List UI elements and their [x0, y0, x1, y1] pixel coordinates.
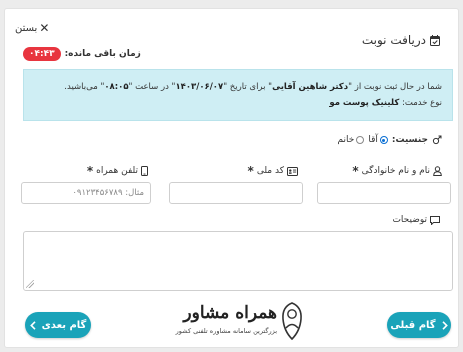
id-card-icon: [287, 166, 298, 176]
doctor-name: دکتر شاهین آقایی: [272, 82, 349, 92]
service-name: کلینیک پوست مو: [329, 98, 400, 108]
national-id-input[interactable]: [169, 182, 303, 204]
name-input[interactable]: [317, 182, 451, 204]
page-title-text: دریافت نوبت: [361, 33, 426, 47]
close-icon: ✕: [39, 21, 50, 35]
info-text: " در ساعت ": [128, 82, 176, 92]
appointment-time: ۰۸:۰۵: [104, 82, 129, 92]
appointment-info-box: شما در حال ثبت نوبت از "دکتر شاهین آقایی…: [23, 69, 453, 121]
resize-grip-icon[interactable]: [26, 280, 34, 288]
gender-icon: [432, 135, 442, 145]
close-button[interactable]: ✕ بستن: [15, 21, 49, 35]
name-label-text: نام و نام خانوادگی: [361, 166, 430, 176]
radio-female[interactable]: [356, 136, 365, 144]
brand-logo: همراه مشاور بزرگترین سامانه مشاوره تلفنی…: [170, 299, 305, 345]
previous-step-label: گام قبلی: [390, 319, 436, 331]
advisor-logo-icon: [279, 301, 305, 341]
description-field-label: توضیحات: [392, 215, 440, 225]
info-text: شما در حال ثبت نوبت از ": [348, 82, 442, 92]
info-text: " می‌باشید.: [64, 82, 105, 92]
gender-option-male[interactable]: آقا: [368, 135, 388, 145]
gender-option-female[interactable]: خانم: [338, 135, 365, 145]
timer-label: زمان باقی مانده:: [64, 49, 141, 59]
mobile-phone-icon: [141, 166, 148, 176]
required-asterisk: *: [352, 164, 359, 178]
description-label-text: توضیحات: [392, 215, 427, 225]
name-field-label: نام و نام خانوادگی *: [352, 164, 442, 178]
phone-label-text: تلفن همراه: [96, 166, 138, 176]
phone-input[interactable]: مثال: ۰۹۱۲۳۴۵۶۷۸۹: [21, 182, 151, 204]
timer-badge: ۰۴:۴۳: [23, 47, 61, 61]
timer: زمان باقی مانده: ۰۴:۴۳: [23, 47, 141, 61]
chevron-right-icon: [442, 320, 448, 330]
info-line-1: شما در حال ثبت نوبت از "دکتر شاهین آقایی…: [34, 79, 442, 95]
comment-icon: [430, 215, 440, 225]
gender-option-label: خانم: [337, 135, 355, 145]
national-id-label-text: کد ملی: [256, 166, 284, 176]
appointment-card: دریافت نوبت ✕ بستن زمان باقی مانده: ۰۴:۴…: [4, 8, 459, 348]
calendar-check-icon: [430, 34, 440, 46]
appointment-date: ۱۴۰۳/۰۶/۰۷: [175, 82, 224, 92]
description-textarea[interactable]: [23, 231, 453, 291]
next-step-button[interactable]: گام بعدی: [25, 312, 91, 338]
gender-group: جنسیت: آقا خانم: [338, 135, 442, 145]
phone-placeholder: مثال: ۰۹۱۲۳۴۵۶۷۸۹: [72, 188, 144, 198]
chevron-left-icon: [29, 320, 36, 330]
service-label: نوع خدمت:: [399, 98, 442, 108]
phone-field-label: تلفن همراه *: [87, 164, 148, 178]
required-asterisk: *: [247, 164, 254, 178]
gender-label: جنسیت:: [391, 135, 428, 145]
close-label: بستن: [15, 22, 38, 34]
radio-male[interactable]: [379, 136, 388, 144]
logo-tagline: بزرگترین سامانه مشاوره تلفنی کشور: [175, 327, 277, 335]
gender-option-label: آقا: [368, 135, 378, 145]
page-title: دریافت نوبت: [362, 33, 440, 47]
previous-step-button[interactable]: گام قبلی: [387, 312, 451, 338]
logo-wordmark: همراه مشاور: [183, 303, 277, 323]
required-asterisk: *: [86, 164, 94, 178]
info-line-2: نوع خدمت: کلینیک پوست مو: [34, 95, 442, 111]
info-text: " برای تاریخ ": [223, 82, 273, 92]
next-step-label: گام بعدی: [41, 319, 87, 331]
user-icon: [433, 166, 442, 176]
national-id-field-label: کد ملی *: [248, 164, 298, 178]
